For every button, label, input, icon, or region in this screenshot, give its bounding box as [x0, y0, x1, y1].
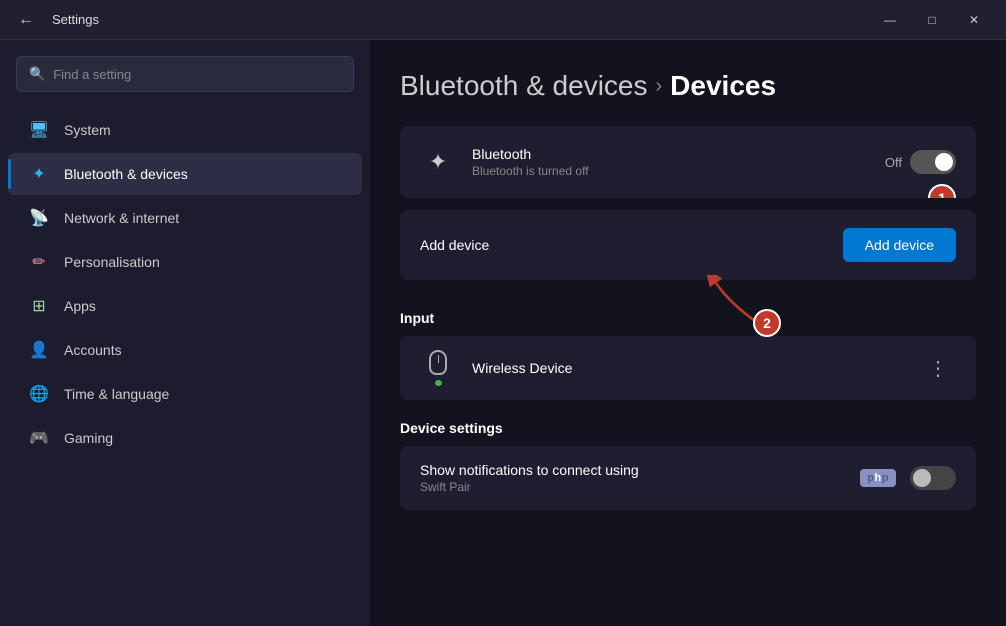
sidebar-item-label: Personalisation — [64, 254, 160, 270]
accounts-icon: 👤 — [28, 339, 50, 361]
sidebar-item-time[interactable]: 🌐 Time & language — [8, 373, 362, 415]
page-title: Devices — [670, 70, 776, 102]
sidebar-item-bluetooth[interactable]: ✦ Bluetooth & devices — [8, 153, 362, 195]
swift-pair-toggle[interactable] — [910, 466, 956, 490]
sidebar-item-label: Apps — [64, 298, 96, 314]
step-1-badge: 1 — [928, 184, 956, 198]
search-input[interactable] — [53, 67, 341, 82]
sidebar-item-label: System — [64, 122, 111, 138]
swift-pair-title: Show notifications to connect using — [420, 462, 860, 478]
bluetooth-toggle-label: Off — [885, 155, 902, 170]
sidebar-item-label: Network & internet — [64, 210, 179, 226]
system-icon: 🖥 — [28, 119, 50, 141]
breadcrumb-chevron: › — [656, 75, 663, 98]
network-icon: 📡 — [28, 207, 50, 229]
mouse-icon — [429, 350, 447, 375]
back-button[interactable]: ← — [12, 7, 40, 33]
toggle-knob — [935, 153, 953, 171]
php-badge: php — [860, 469, 896, 487]
bluetooth-subtitle: Bluetooth is turned off — [472, 164, 869, 178]
personalisation-icon: ✏ — [28, 251, 50, 273]
sidebar-item-network[interactable]: 📡 Network & internet — [8, 197, 362, 239]
gaming-icon: 🎮 — [28, 427, 50, 449]
title-bar: ← Settings — □ ✕ — [0, 0, 1006, 40]
time-icon: 🌐 — [28, 383, 50, 405]
sidebar-item-gaming[interactable]: 🎮 Gaming — [8, 417, 362, 459]
device-settings-title: Device settings — [400, 412, 976, 446]
bluetooth-info: Bluetooth Bluetooth is turned off — [472, 146, 869, 178]
app-title: Settings — [52, 12, 858, 27]
device-name: Wireless Device — [472, 360, 904, 376]
main-layout: 🔍 🖥 System ✦ Bluetooth & devices 📡 Netwo… — [0, 40, 1006, 626]
sidebar-item-system[interactable]: 🖥 System — [8, 109, 362, 151]
bluetooth-row: ✦ Bluetooth Bluetooth is turned off Off — [400, 126, 976, 198]
sidebar-item-label: Time & language — [64, 386, 169, 402]
sidebar-item-label: Gaming — [64, 430, 113, 446]
connected-dot — [435, 380, 442, 386]
window-controls: — □ ✕ — [870, 5, 994, 35]
content-area: Bluetooth & devices › Devices ✦ Bluetoot… — [370, 40, 1006, 626]
step-2-container: 2 — [701, 275, 791, 335]
apps-icon: ⊞ — [28, 295, 50, 317]
add-device-card: Add device Add device — [400, 210, 976, 280]
step-2-badge: 2 — [753, 309, 781, 337]
bluetooth-logo-icon: ✦ — [429, 149, 447, 175]
sidebar-item-personalisation[interactable]: ✏ Personalisation — [8, 241, 362, 283]
add-device-wrapper: Add device Add device 2 — [400, 210, 976, 280]
device-settings-card: Show notifications to connect using Swif… — [400, 446, 976, 510]
step-1-container: 1 — [928, 184, 956, 198]
add-device-button[interactable]: Add device — [843, 228, 956, 262]
add-device-label: Add device — [420, 237, 843, 253]
device-settings-section: Device settings Show notifications to co… — [400, 412, 976, 510]
add-device-row: Add device Add device — [400, 210, 976, 280]
input-card: Wireless Device ⋮ — [400, 336, 976, 400]
swift-pair-row: Show notifications to connect using Swif… — [400, 446, 976, 510]
breadcrumb-parent: Bluetooth & devices — [400, 70, 648, 102]
toggle2-knob — [913, 469, 931, 487]
maximize-button[interactable]: □ — [912, 5, 952, 35]
input-section-title: Input — [400, 302, 976, 336]
page-header: Bluetooth & devices › Devices — [400, 70, 976, 102]
bluetooth-toggle-wrap: Off — [885, 150, 956, 174]
search-icon: 🔍 — [29, 66, 45, 82]
swift-pair-toggle-wrap: php — [860, 466, 956, 490]
swift-pair-subtitle: Swift Pair — [420, 480, 860, 494]
bluetooth-icon: ✦ — [28, 163, 50, 185]
search-container: 🔍 — [0, 56, 370, 108]
bluetooth-toggle[interactable] — [910, 150, 956, 174]
close-button[interactable]: ✕ — [954, 5, 994, 35]
sidebar-item-label: Accounts — [64, 342, 122, 358]
sidebar: 🔍 🖥 System ✦ Bluetooth & devices 📡 Netwo… — [0, 40, 370, 626]
sidebar-item-apps[interactable]: ⊞ Apps — [8, 285, 362, 327]
sidebar-item-accounts[interactable]: 👤 Accounts — [8, 329, 362, 371]
bluetooth-card: ✦ Bluetooth Bluetooth is turned off Off … — [400, 126, 976, 198]
wireless-device-row: Wireless Device ⋮ — [400, 336, 976, 400]
mouse-icon-wrap — [420, 350, 456, 386]
swift-pair-info: Show notifications to connect using Swif… — [420, 462, 860, 494]
sidebar-item-label: Bluetooth & devices — [64, 166, 188, 182]
bluetooth-icon-wrap: ✦ — [420, 144, 456, 180]
minimize-button[interactable]: — — [870, 5, 910, 35]
search-box: 🔍 — [16, 56, 354, 92]
mouse-scroll-line — [438, 355, 439, 363]
bluetooth-title: Bluetooth — [472, 146, 869, 162]
more-options-button[interactable]: ⋮ — [920, 352, 956, 385]
